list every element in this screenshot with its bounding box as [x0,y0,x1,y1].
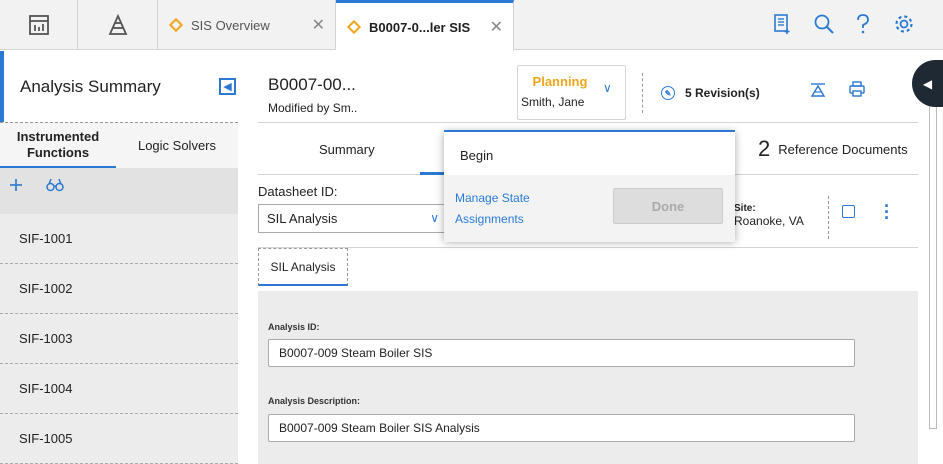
settings-icon [895,15,913,33]
list-item[interactable]: SIF-1004 [0,364,238,414]
list-item[interactable]: SIF-1003 [0,314,238,364]
panel-header: Analysis Summary ◀ [0,51,238,122]
site-label: Site: [734,203,756,214]
save-icon[interactable] [842,205,855,218]
analysis-description-field[interactable]: B0007-009 Steam Boiler SIS Analysis [268,414,855,442]
help-icon [857,14,869,34]
datasheet-select[interactable]: SIL Analysis ∨ [258,204,448,233]
print-icon [849,81,865,97]
state-user: Smith, Jane [521,95,585,109]
record-diamond-icon [168,17,184,33]
datasheet-value: SIL Analysis [267,211,338,226]
chevron-down-icon: ∨ [603,81,612,95]
tab-sil-analysis[interactable]: SIL Analysis [258,248,348,286]
dashboard-button[interactable] [0,0,78,50]
site-value: Roanoke, VA [734,214,804,228]
panel-tabs: Instrumented Functions Logic Solvers [0,122,238,169]
analysis-id-label: Analysis ID: [268,322,320,332]
tab-instrumented-functions[interactable]: Instrumented Functions [0,123,116,169]
reference-label: Reference Documents [778,141,908,157]
popup-footer: Manage State Assignments Done [444,175,735,242]
plus-icon [10,179,22,191]
hierarchy-action-button[interactable] [809,82,827,101]
state-name: Planning [532,74,588,89]
list-item[interactable]: SIF-1001 [0,214,238,264]
revisions-button[interactable]: ✎ 5 Revision(s) [642,73,760,113]
panel-toggle-icon: ◀ [922,76,933,91]
binoculars-icon [46,178,64,192]
manage-state-assignments-link[interactable]: Manage State Assignments [455,188,565,230]
tab-sis-overview[interactable]: SIS Overview ✕ [158,0,336,50]
begin-option[interactable]: Begin [460,148,493,163]
hierarchy-button[interactable] [78,0,158,50]
more-options-icon[interactable]: · · · [884,197,890,227]
analysis-id-field[interactable]: B0007-009 Steam Boiler SIS [268,339,855,367]
analysis-description-label: Analysis Description: [268,396,361,406]
state-dropdown[interactable]: Planning Smith, Jane ∨ [517,65,626,120]
search-button[interactable] [813,13,835,38]
reference-count: 2 [758,136,771,161]
sif-list: SIF-1001 SIF-1002 SIF-1003 SIF-1004 SIF-… [0,214,238,464]
tab-b0007-sis[interactable]: B0007-0...ler SIS ✕ [336,0,514,51]
panel-title: Analysis Summary [20,77,161,96]
record-title: B0007-00... [268,75,356,94]
hierarchy-icon [108,14,127,35]
hierarchy-chart-icon [810,83,826,97]
chevron-down-icon: ∨ [430,211,439,225]
record-diamond-icon [346,19,362,35]
state-transition-popup: Begin Manage State Assignments Done [444,130,735,242]
print-button[interactable] [848,81,866,100]
tab-summary[interactable]: Summary [319,123,375,175]
top-bar: SIS Overview ✕ B0007-0...ler SIS ✕ [0,0,943,51]
list-item[interactable]: SIF-1005 [0,414,238,464]
panel-toolbar [0,168,238,214]
find-button[interactable] [46,178,64,195]
search-icon [814,14,834,34]
add-button[interactable] [9,178,23,195]
edit-icon: ✎ [661,86,675,100]
revisions-label: 5 Revision(s) [685,86,760,100]
tab-label: B0007-0...ler SIS [369,19,471,35]
done-button[interactable]: Done [613,188,723,224]
divider [828,196,829,239]
tab-label: SIS Overview [191,17,270,33]
chevron-left-icon: ◀ [223,81,232,93]
scrollbar[interactable] [929,99,937,429]
list-item[interactable]: SIF-1002 [0,264,238,314]
help-button[interactable] [855,13,871,38]
add-record-icon [774,14,790,34]
settings-button[interactable] [893,13,915,38]
tab-logic-solvers[interactable]: Logic Solvers [116,123,238,169]
tab-reference-documents[interactable]: 2 Reference Documents [758,123,908,175]
left-panel: Analysis Summary ◀ Instrumented Function… [0,51,238,464]
datasheet-label: Datasheet ID: [258,184,338,199]
collapse-panel-button[interactable]: ◀ [219,78,236,95]
main-content: B0007-00... Modified by Sm.. Planning Sm… [238,51,918,464]
modified-by: Modified by Sm.. [268,101,358,115]
dashboard-icon [28,15,49,35]
close-icon[interactable]: ✕ [312,15,325,35]
add-record-button[interactable] [773,13,791,38]
site-info: Site: Roanoke, VA [734,203,804,228]
close-icon[interactable]: ✕ [490,17,503,37]
datasheet-divider [258,247,918,248]
